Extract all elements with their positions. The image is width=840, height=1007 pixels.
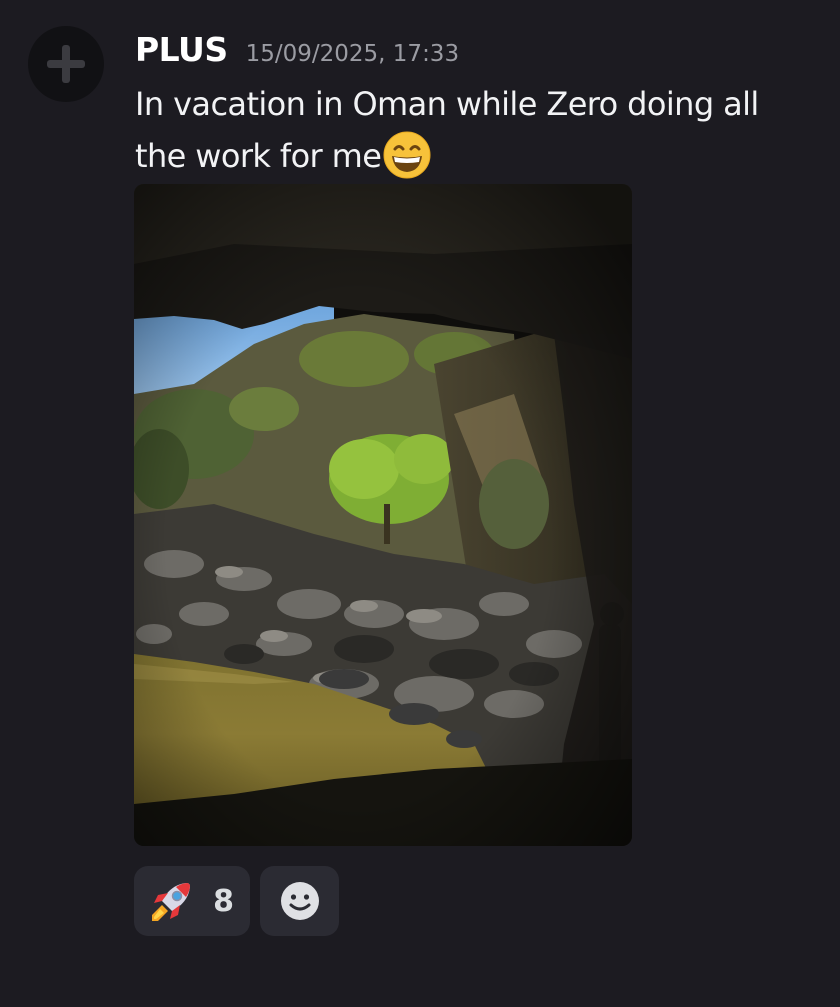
reaction-count: 8 (213, 883, 234, 919)
message-content: In vacation in Oman while Zero doing all… (135, 78, 815, 182)
message-header: PLUS 15/09/2025, 17:33 (135, 30, 459, 69)
photo-cave-oasis (134, 184, 632, 846)
grinning-squinting-face-icon (383, 131, 431, 179)
username[interactable]: PLUS (135, 30, 228, 69)
avatar[interactable] (28, 26, 104, 102)
timestamp[interactable]: 15/09/2025, 17:33 (246, 41, 459, 67)
image-attachment[interactable] (134, 184, 632, 846)
message-text: In vacation in Oman while Zero doing all… (135, 85, 759, 175)
rocket-icon (152, 883, 190, 921)
add-reaction-button[interactable] (260, 866, 339, 936)
smiley-add-reaction-icon (280, 882, 319, 920)
reactions-bar: 8 (134, 866, 339, 936)
plus-icon (47, 45, 85, 83)
reaction-rocket[interactable]: 8 (134, 866, 250, 936)
